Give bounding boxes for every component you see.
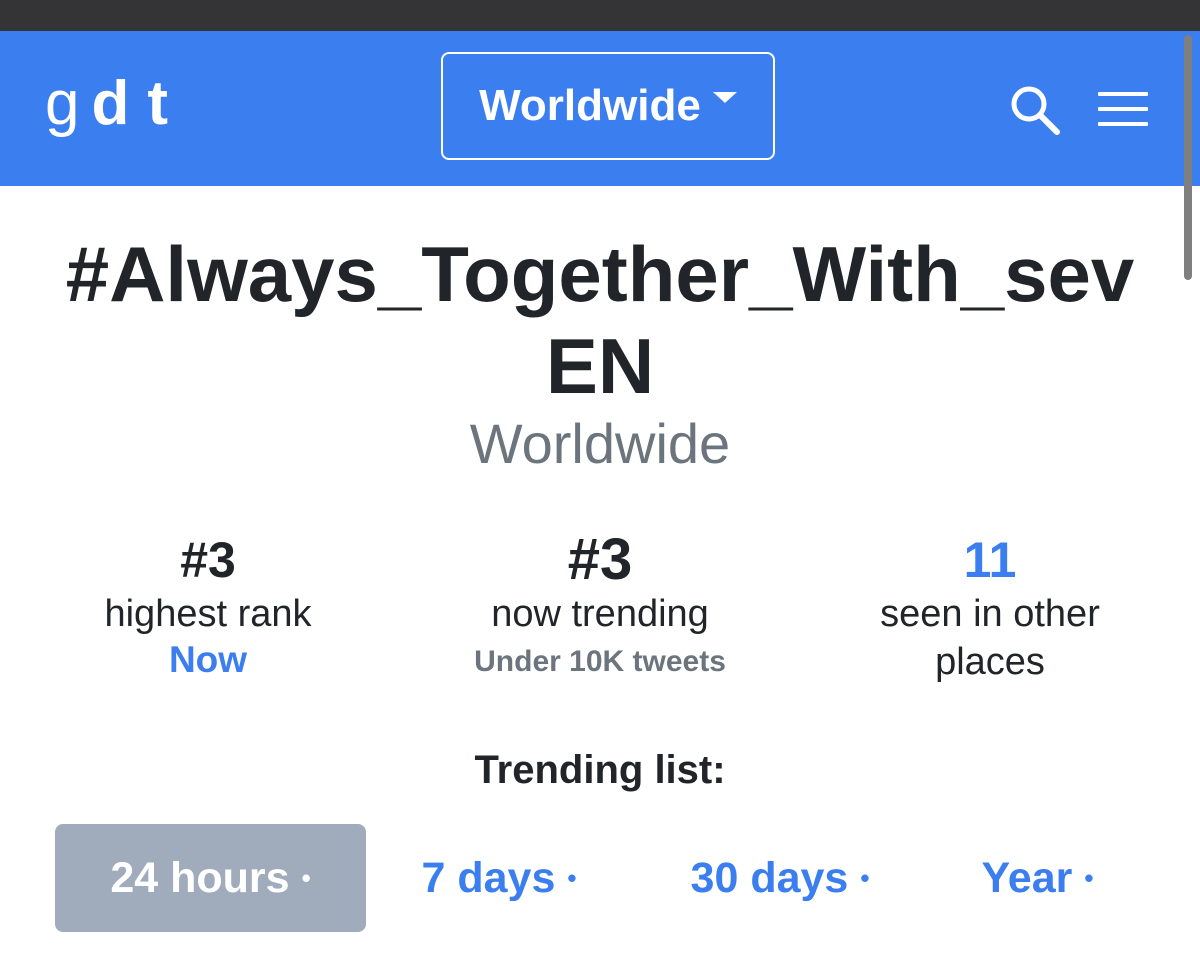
top-navbar: gdt Worldwide [0,31,1200,186]
now-trending-label: now trending [491,593,709,635]
now-trending-value: #3 [567,527,633,592]
search-button[interactable] [1008,83,1064,139]
location-dropdown-label: Worldwide [479,81,701,130]
site-logo[interactable]: gdt [45,69,168,139]
page-scrollbar[interactable] [1184,35,1192,280]
other-places-label: seen in other places [880,593,1100,683]
menu-button[interactable] [1096,88,1152,132]
bullet-dot: • [1084,862,1094,893]
location-dropdown[interactable]: Worldwide [441,52,775,160]
caret-down-icon [712,91,737,103]
stat-other-places[interactable]: 11 seen in other places [820,530,1160,686]
bullet-dot: • [567,862,577,893]
highest-rank-value: #3 [180,532,236,588]
trend-title: #Always_Together_With_sevEN [65,230,1135,410]
highest-rank-time-link[interactable]: Now [38,638,378,682]
highest-rank-label: highest rank [104,593,312,635]
trending-list-heading: Trending list: [474,748,726,792]
tab-24-hours[interactable]: 24 hours • [55,824,366,932]
stat-now-trending: #3 now trending Under 10K tweets [430,530,770,682]
tab-year[interactable]: Year • [955,824,1120,932]
stat-highest-rank: #3 highest rank Now [38,530,378,682]
logo-letter-d: d [91,69,130,138]
logo-letter-t: t [147,69,169,138]
search-icon [1011,86,1060,135]
tab-label: 7 days [421,853,556,902]
tweet-volume-text: Under 10K tweets [474,645,726,678]
bullet-dot: • [301,862,311,893]
bullet-dot: • [860,862,870,893]
hamburger-menu-icon [1098,92,1148,126]
tab-30-days[interactable]: 30 days • [660,824,900,932]
other-places-count[interactable]: 11 [820,530,1160,590]
trend-location: Worldwide [469,412,731,475]
tab-7-days[interactable]: 7 days • [392,824,606,932]
logo-letter-g: g [45,69,80,138]
tab-label: 24 hours [110,853,290,902]
system-status-bar [0,0,1200,31]
tab-label: Year [981,853,1073,902]
tab-label: 30 days [690,853,849,902]
